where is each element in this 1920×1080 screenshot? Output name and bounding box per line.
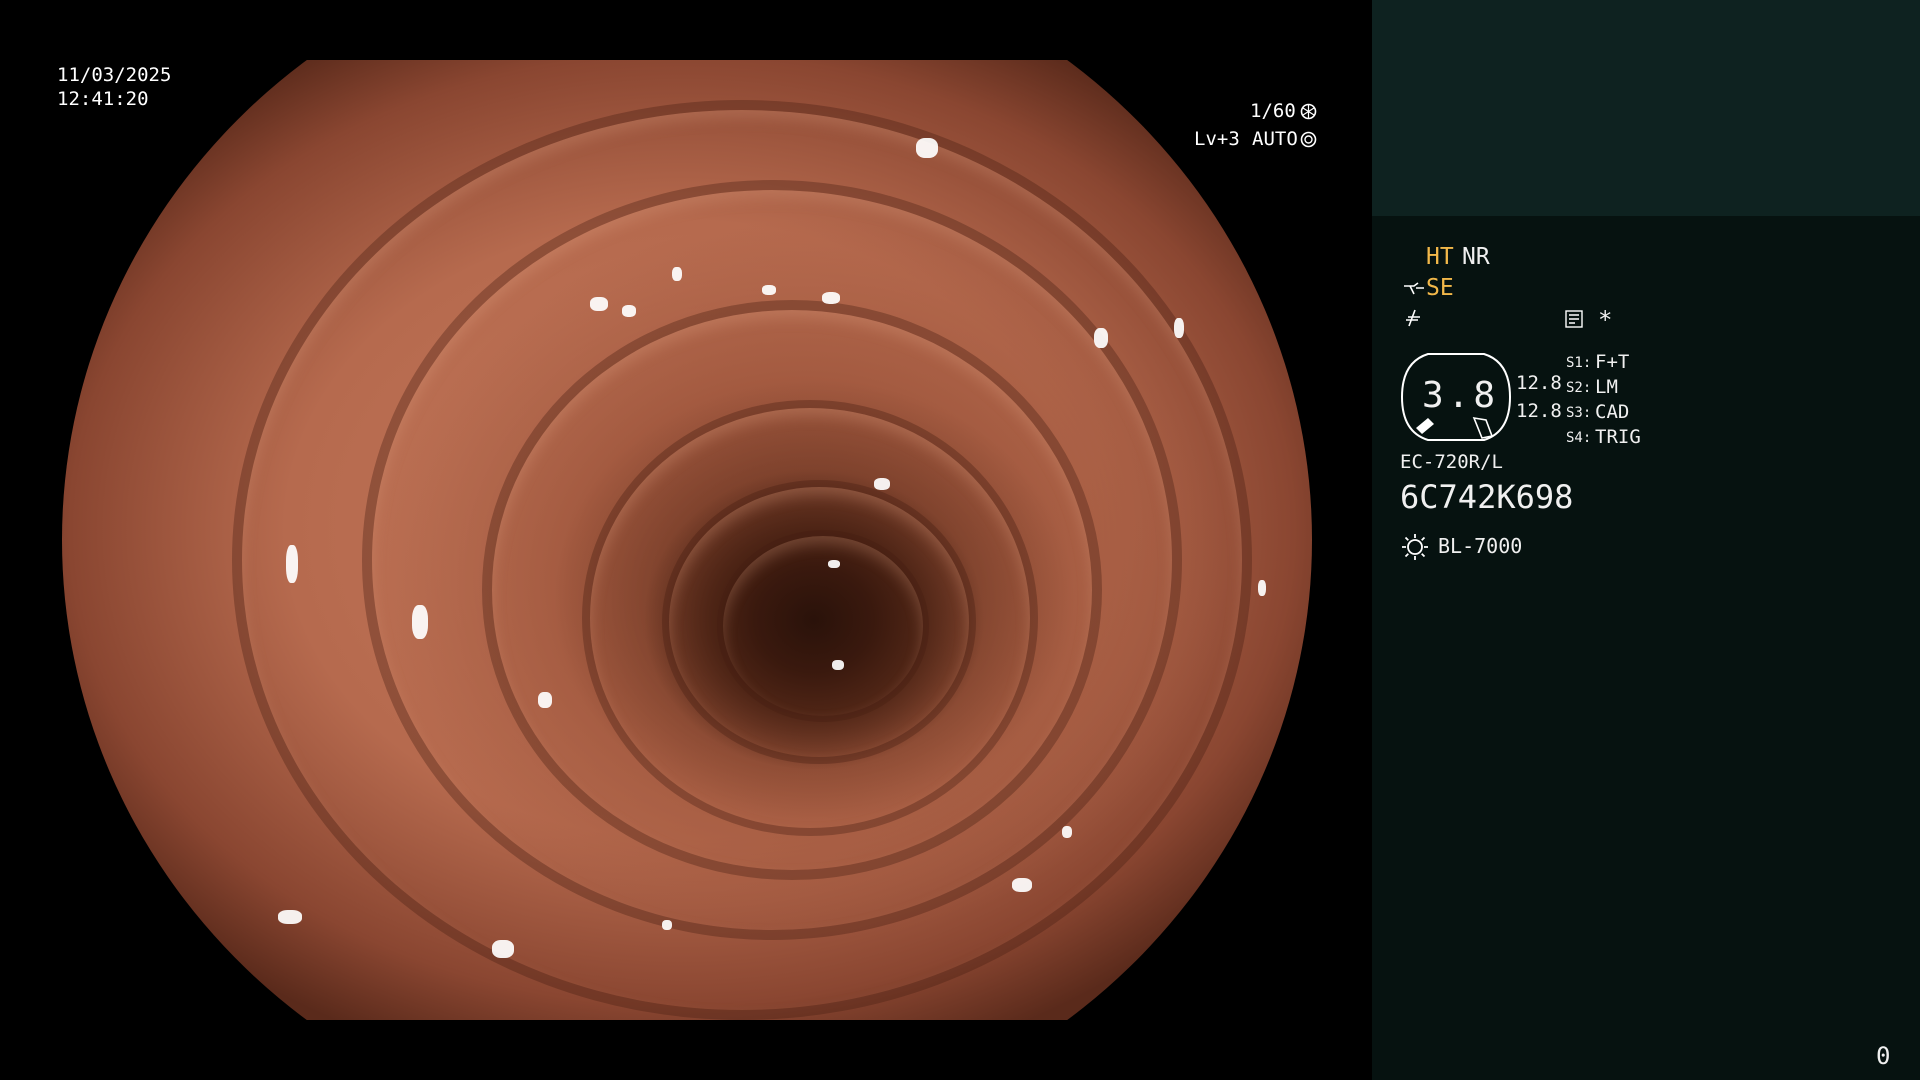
memo-icon xyxy=(1565,310,1583,328)
light-reflection xyxy=(1012,878,1032,892)
light-reflection xyxy=(832,660,844,670)
light-reflection xyxy=(412,605,428,639)
scope-model: EC-720R/L xyxy=(1400,451,1503,473)
light-source-icon xyxy=(1402,534,1428,560)
zoom-readout: 3.8 xyxy=(1422,375,1500,416)
nr-indicator: NR xyxy=(1462,244,1490,270)
switch-4-value: TRIG xyxy=(1595,426,1641,448)
scope-serial: 6C742K698 xyxy=(1400,478,1574,516)
filter-icon xyxy=(1406,309,1420,327)
time-readout: 12:41:20 xyxy=(57,88,149,110)
light-reflection xyxy=(828,560,840,568)
shutter-icon xyxy=(1300,103,1317,120)
light-reflection xyxy=(590,297,608,311)
star-indicator: * xyxy=(1598,306,1613,334)
mucosal-fold xyxy=(717,530,929,722)
switch-4-key: S4: xyxy=(1566,430,1592,446)
value-readout-2: 12.8 xyxy=(1516,400,1562,422)
enhance-icon xyxy=(1404,282,1424,295)
date-readout: 11/03/2025 xyxy=(57,64,172,86)
iris-readout: AUTO xyxy=(1252,128,1298,150)
switch-3-key: S3: xyxy=(1566,405,1592,421)
endoscopic-image xyxy=(62,60,1312,1020)
panel-header-area xyxy=(1372,0,1920,216)
light-reflection xyxy=(538,692,552,708)
light-reflection xyxy=(1174,318,1184,338)
light-reflection xyxy=(622,305,636,317)
level-readout: Lv+3 xyxy=(1194,128,1240,150)
se-indicator: SE xyxy=(1426,275,1454,301)
light-reflection xyxy=(1094,328,1108,348)
light-reflection xyxy=(672,267,682,281)
switch-1-value: F+T xyxy=(1595,351,1630,373)
light-reflection xyxy=(916,138,938,158)
light-reflection xyxy=(278,910,302,924)
switch-2-key: S2: xyxy=(1566,380,1592,396)
shutter-readout: 1/60 xyxy=(1250,100,1296,122)
iris-icon xyxy=(1300,131,1317,148)
light-reflection xyxy=(822,292,840,304)
light-reflection xyxy=(1258,580,1266,596)
value-readout-1: 12.8 xyxy=(1516,372,1562,394)
switch-1-key: S1: xyxy=(1566,355,1592,371)
light-reflection xyxy=(286,545,298,583)
light-reflection xyxy=(492,940,514,958)
light-reflection xyxy=(762,285,776,295)
light-source-model: BL-7000 xyxy=(1438,534,1523,558)
light-reflection xyxy=(874,478,890,490)
status-panel: HT NR SE * 3.8 12.8 12.8 S1: F+T S2: LM … xyxy=(1372,0,1920,1080)
switch-3-value: CAD xyxy=(1595,401,1630,423)
ht-indicator: HT xyxy=(1426,244,1454,270)
endoscope-viewport: 11/03/2025 12:41:20 1/60 Lv+3 AUTO xyxy=(0,0,1372,1080)
switch-2-value: LM xyxy=(1595,376,1618,398)
light-reflection xyxy=(662,920,672,930)
image-counter: 0 xyxy=(1876,1042,1891,1070)
light-reflection xyxy=(1062,826,1072,838)
